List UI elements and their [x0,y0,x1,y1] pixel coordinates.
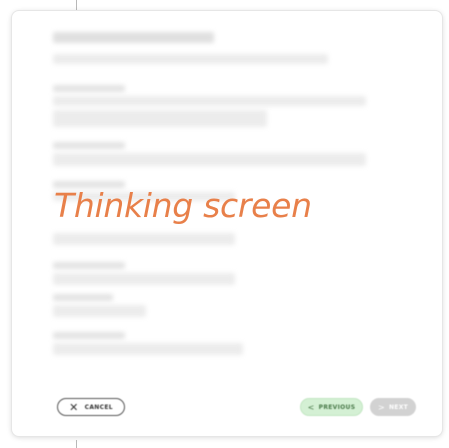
field-input-placeholder [53,153,366,166]
next-button[interactable]: > NEXT [370,398,416,416]
field-input-placeholder [53,343,243,355]
close-icon: ✕ [69,400,79,414]
connector-line [76,440,77,448]
field-label-placeholder [53,332,125,339]
field-label-placeholder [53,294,113,301]
screen: Thinking screen ✕ CANCEL < PREVIOUS > NE… [0,0,449,448]
next-button-label: NEXT [388,403,409,411]
previous-button-label: PREVIOUS [318,403,356,411]
field-label-placeholder [53,85,125,92]
field-input-placeholder [53,96,366,106]
dialog-title-placeholder [53,32,214,43]
field-label-placeholder [53,142,125,149]
field-input-placeholder [53,305,146,317]
field-input-placeholder [53,110,267,127]
field-input-placeholder [53,233,235,245]
field-label-placeholder [53,262,125,269]
chevron-right-icon: > [377,402,385,412]
field-input-placeholder [53,273,235,285]
cancel-button-label: CANCEL [84,403,113,411]
overlay-caption: Thinking screen [54,186,312,225]
cancel-button[interactable]: ✕ CANCEL [57,398,125,416]
chevron-left-icon: < [307,402,315,412]
dialog-subtitle-placeholder [53,54,328,64]
previous-button[interactable]: < PREVIOUS [300,398,363,416]
